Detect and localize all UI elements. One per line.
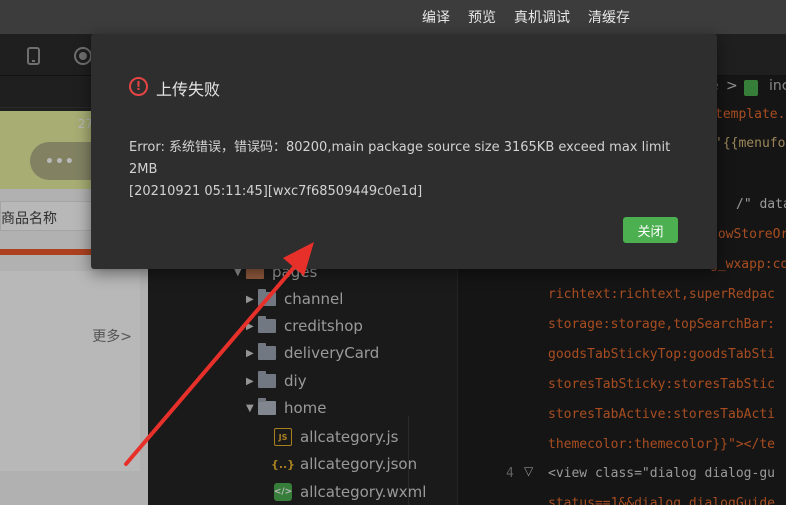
error-details-line: [20210921 05:11:45][wxc7f68509449c0e1d] <box>129 184 423 199</box>
clear-cache-menu-item[interactable]: 清缓存 <box>588 7 630 27</box>
dialog-title: 上传失败 <box>156 80 221 99</box>
close-button[interactable]: 关闭 <box>623 217 678 243</box>
compile-menu-item[interactable]: 编译 <box>422 7 450 27</box>
dialog-message: Error: 系统错误，错误码：80200,main package sourc… <box>129 137 699 203</box>
preview-menu-item[interactable]: 预览 <box>468 7 496 27</box>
error-message-line: Error: 系统错误，错误码：80200,main package sourc… <box>129 140 671 177</box>
device-debug-menu-item[interactable]: 真机调试 <box>514 7 570 27</box>
error-icon: ! <box>129 77 148 96</box>
top-menubar: 编译 预览 真机调试 清缓存 <box>0 0 786 34</box>
upload-failed-dialog: ! 上传失败 Error: 系统错误，错误码：80200,main packag… <box>91 34 717 269</box>
